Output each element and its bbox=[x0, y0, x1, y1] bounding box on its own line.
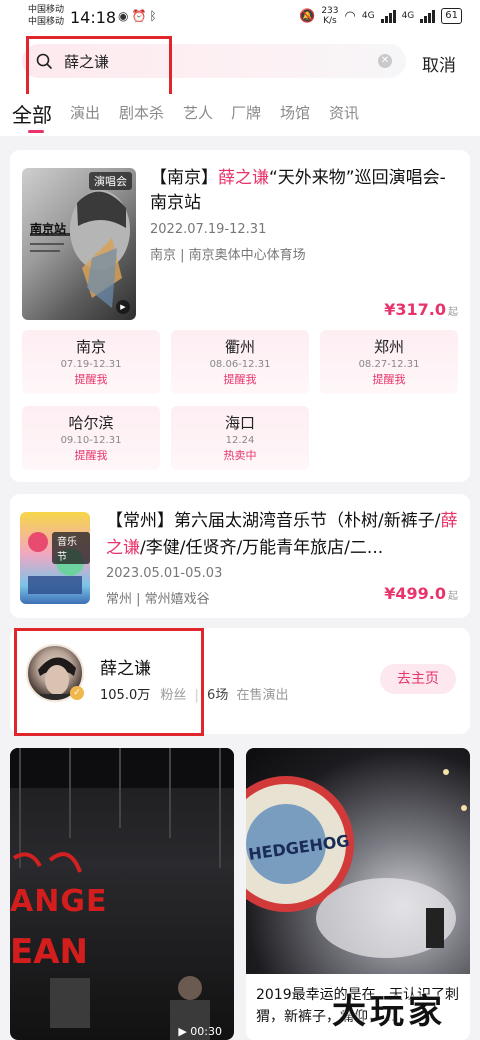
clear-icon[interactable]: ✕ bbox=[378, 54, 392, 68]
city-name: 海口 bbox=[224, 414, 255, 432]
annotation-box-search bbox=[26, 36, 172, 100]
city-option[interactable]: 南京 07.19-12.31 提醒我 bbox=[22, 330, 160, 394]
city-date: 07.19-12.31 bbox=[60, 359, 122, 370]
category-badge: 音乐节 bbox=[52, 532, 90, 564]
video-text-1: ANGE bbox=[10, 884, 108, 919]
bluetooth-icon: ᛒ bbox=[149, 9, 160, 23]
carrier-1: 中国移动 bbox=[28, 5, 65, 15]
city-date: 09.10-12.31 bbox=[60, 435, 122, 446]
play-icon: ▶ bbox=[116, 300, 130, 314]
city-name: 哈尔滨 bbox=[68, 414, 114, 432]
city-option[interactable]: 衢州 08.06-12.31 提醒我 bbox=[171, 330, 309, 394]
carrier-info: 中国移动 中国移动 bbox=[28, 4, 64, 28]
price-suffix: 起 bbox=[448, 307, 458, 318]
price-value: ¥499.0 bbox=[384, 584, 446, 603]
price-value: ¥317.0 bbox=[384, 300, 446, 319]
event-venue: 常州 | 常州嬉戏谷 bbox=[106, 592, 210, 607]
signal-icon-2 bbox=[420, 9, 436, 23]
system-indicators: 🔕 233 K/s ◠ 4G 4G 61 bbox=[299, 6, 462, 26]
event-venue: 南京 | 南京奥体中心体育场 bbox=[150, 248, 306, 263]
annotation-box-artist bbox=[14, 628, 204, 736]
event-title-suffix: /李健/任贤齐/万能青年旅店/二... bbox=[140, 538, 384, 558]
event-title-prefix: 【南京】 bbox=[150, 168, 218, 188]
event-price: ¥499.0 起 bbox=[384, 584, 458, 603]
video-card[interactable]: ANGE EAN ▶ 00:30 bbox=[10, 748, 234, 1040]
city-option[interactable]: 海口 12.24 热卖中 bbox=[171, 406, 309, 470]
tab-news[interactable]: 资讯 bbox=[329, 102, 359, 123]
go-homepage-button[interactable]: 去主页 bbox=[380, 664, 456, 694]
video-duration: ▶ 00:30 bbox=[178, 1025, 222, 1038]
city-status: 提醒我 bbox=[223, 373, 257, 386]
net-type-1: 4G bbox=[361, 11, 375, 21]
city-option[interactable]: 哈尔滨 09.10-12.31 提醒我 bbox=[22, 406, 160, 470]
network-speed: 233 K/s bbox=[321, 6, 338, 26]
city-name: 南京 bbox=[75, 338, 106, 356]
watermark: 大玩家 bbox=[332, 992, 446, 1032]
net-type-2: 4G bbox=[401, 11, 415, 21]
status-bar: 中国移动 中国移动 14:18 ◉⏰ᛒ 🔕 233 K/s ◠ 4G 4G 61 bbox=[0, 0, 480, 34]
poster-title: 南京站 bbox=[30, 222, 67, 236]
tab-labels[interactable]: 厂牌 bbox=[231, 102, 261, 123]
city-date: 08.06-12.31 bbox=[209, 359, 271, 370]
wifi-icon: ◠ bbox=[344, 8, 356, 24]
battery-icon: 61 bbox=[441, 8, 462, 24]
signal-icon bbox=[380, 9, 396, 23]
tab-shows[interactable]: 演出 bbox=[70, 102, 100, 123]
city-option[interactable]: 郑州 08.27-12.31 提醒我 bbox=[320, 330, 458, 394]
city-name: 郑州 bbox=[373, 338, 404, 356]
price-suffix: 起 bbox=[448, 591, 458, 602]
city-status: 提醒我 bbox=[372, 373, 406, 386]
tab-artists[interactable]: 艺人 bbox=[183, 102, 213, 123]
city-status: 提醒我 bbox=[74, 449, 108, 462]
active-tab-indicator bbox=[28, 130, 44, 133]
city-status: 热卖中 bbox=[223, 449, 257, 462]
event-title-prefix: 【常州】第六届太湖湾音乐节（朴树/新裤子/ bbox=[106, 511, 441, 531]
city-date: 08.27-12.31 bbox=[358, 359, 420, 370]
city-name: 衢州 bbox=[224, 338, 255, 356]
video-duration-text: 00:30 bbox=[190, 1025, 222, 1038]
shows-count: 6场 bbox=[207, 688, 229, 703]
city-status: 提醒我 bbox=[74, 373, 108, 386]
tab-script-murder[interactable]: 剧本杀 bbox=[119, 102, 164, 123]
event-card[interactable]: 南京站 演唱会 ▶ 【南京】薛之谦“天外来物”巡回演唱会-南京站 2022.07… bbox=[10, 150, 470, 482]
category-tabs: 全部 演出 剧本杀 艺人 厂牌 场馆 资讯 bbox=[0, 94, 480, 136]
mute-icon: 🔕 bbox=[299, 8, 316, 24]
eye-icon: ◉ bbox=[118, 9, 132, 23]
net-speed-value: 233 bbox=[321, 6, 339, 16]
net-speed-unit: K/s bbox=[323, 16, 337, 26]
event-title[interactable]: 【南京】薛之谦“天外来物”巡回演唱会-南京站 bbox=[150, 166, 450, 216]
video-thumbnail: HEDGEHOG bbox=[246, 748, 470, 974]
event-price: ¥317.0 起 bbox=[384, 300, 458, 319]
event-title-highlight: 薛之谦 bbox=[218, 168, 269, 188]
event-title[interactable]: 【常州】第六届太湖湾音乐节（朴树/新裤子/薛之谦/李健/任贤齐/万能青年旅店/二… bbox=[106, 508, 458, 562]
status-icons: ◉⏰ᛒ bbox=[118, 9, 160, 23]
city-date: 12.24 bbox=[225, 435, 255, 446]
tab-venues[interactable]: 场馆 bbox=[280, 102, 310, 123]
poster-art bbox=[30, 190, 130, 308]
stage-logo bbox=[246, 769, 467, 958]
event-date: 2022.07.19-12.31 bbox=[150, 222, 267, 237]
alarm-icon: ⏰ bbox=[131, 9, 150, 23]
clock: 14:18 bbox=[70, 8, 117, 27]
cancel-button[interactable]: 取消 bbox=[422, 51, 456, 76]
carrier-2: 中国移动 bbox=[28, 17, 65, 27]
category-badge: 演唱会 bbox=[89, 172, 132, 190]
event-poster[interactable]: 音乐节 bbox=[20, 512, 90, 604]
video-text-2: EAN bbox=[10, 932, 88, 972]
tab-all[interactable]: 全部 bbox=[12, 99, 52, 128]
video-play-icon: ▶ bbox=[178, 1025, 191, 1038]
event-date: 2023.05.01-05.03 bbox=[106, 566, 223, 581]
event-poster[interactable]: 南京站 演唱会 ▶ bbox=[22, 168, 136, 320]
shows-label: 在售演出 bbox=[236, 688, 289, 703]
event-card[interactable]: 音乐节 【常州】第六届太湖湾音乐节（朴树/新裤子/薛之谦/李健/任贤齐/万能青年… bbox=[10, 494, 470, 618]
